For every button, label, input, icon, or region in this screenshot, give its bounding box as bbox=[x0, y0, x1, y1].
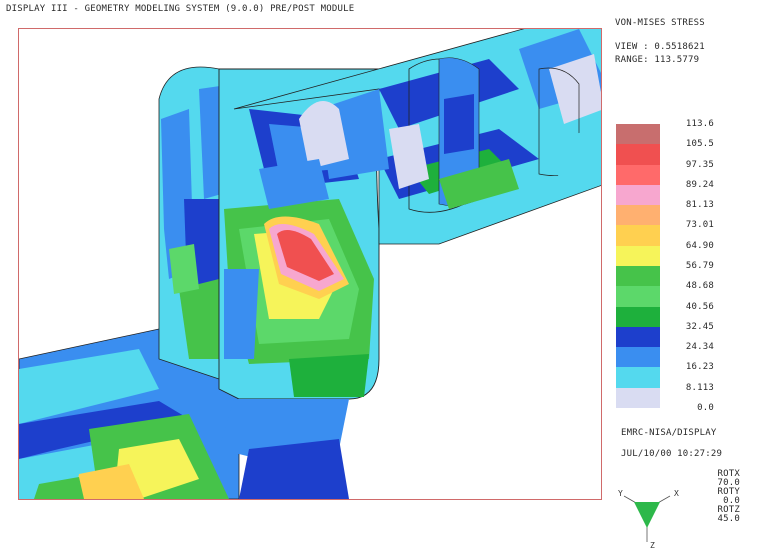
color-band bbox=[616, 286, 660, 308]
color-band bbox=[616, 387, 660, 409]
software-name: EMRC-NISA/DISPLAY bbox=[621, 428, 717, 438]
level-label: 105.5 bbox=[685, 139, 714, 150]
color-band bbox=[616, 124, 660, 145]
level-label: 113.6 bbox=[685, 119, 714, 129]
color-band bbox=[616, 144, 660, 166]
color-band bbox=[616, 184, 660, 206]
triad-x-label: X bbox=[674, 489, 679, 498]
level-label: 48.68 bbox=[685, 281, 714, 292]
range-readout: RANGE: 113.5779 bbox=[615, 55, 700, 65]
color-band bbox=[616, 266, 660, 287]
level-label: 64.90 bbox=[685, 240, 714, 251]
level-label: 97.35 bbox=[685, 159, 714, 170]
model-viewport[interactable] bbox=[18, 28, 602, 500]
timestamp: JUL/10/00 10:27:29 bbox=[621, 449, 723, 459]
level-label: 32.45 bbox=[685, 321, 714, 332]
legend-title: VON-MISES STRESS bbox=[615, 18, 705, 28]
color-band bbox=[616, 245, 660, 267]
level-label: 16.23 bbox=[685, 362, 714, 373]
level-label: 0.0 bbox=[697, 403, 714, 413]
color-band bbox=[616, 205, 660, 226]
color-band bbox=[616, 306, 660, 328]
triad-y-label: Y bbox=[618, 489, 623, 498]
stress-color-bar bbox=[616, 124, 660, 409]
level-label: 8.113 bbox=[685, 382, 714, 393]
view-scale-readout: VIEW : 0.5518621 bbox=[615, 42, 705, 52]
triad-marker-icon bbox=[634, 502, 660, 528]
level-label: 89.24 bbox=[685, 179, 714, 190]
color-band bbox=[616, 326, 660, 348]
level-label: 40.56 bbox=[685, 301, 714, 312]
app-title: DISPLAY III - GEOMETRY MODELING SYSTEM (… bbox=[6, 4, 355, 14]
axis-triad: Y X Z bbox=[612, 486, 692, 556]
level-label: 81.13 bbox=[685, 200, 714, 211]
triad-z-label: Z bbox=[650, 541, 655, 550]
color-band bbox=[616, 225, 660, 247]
level-label: 24.34 bbox=[685, 342, 714, 353]
color-band bbox=[616, 164, 660, 186]
level-label: 73.01 bbox=[685, 220, 714, 231]
crankshaft-stress-render bbox=[19, 29, 601, 499]
level-label: 56.79 bbox=[685, 261, 714, 271]
color-band bbox=[616, 367, 660, 389]
color-band bbox=[616, 347, 660, 368]
